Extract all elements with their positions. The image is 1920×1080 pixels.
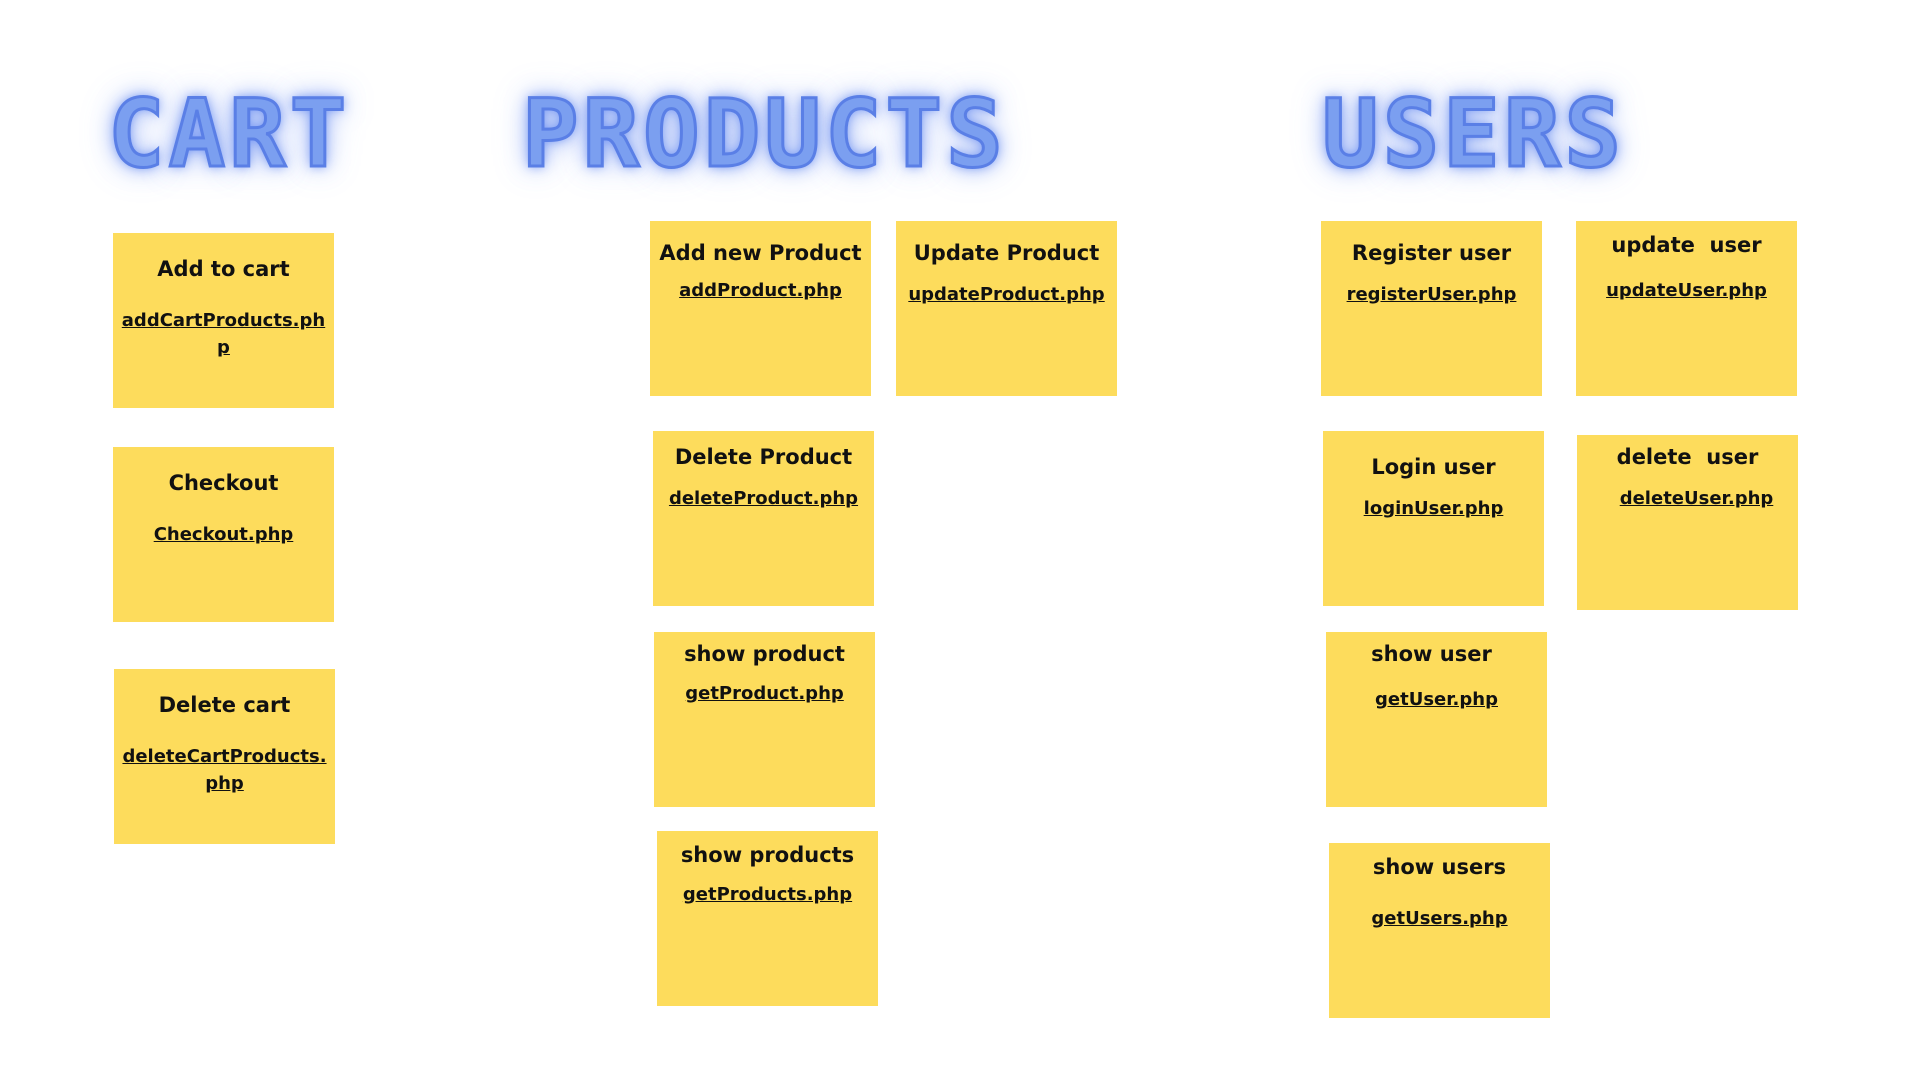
note-filename[interactable]: getProduct.php	[660, 680, 869, 707]
note-title: Login user	[1371, 455, 1496, 479]
sticky-note-add-to-cart[interactable]: Add to cart addCartProducts.php	[113, 233, 334, 408]
note-filename[interactable]: getUsers.php	[1335, 905, 1544, 932]
sticky-note-show-product[interactable]: show product getProduct.php	[654, 632, 875, 807]
note-title: show users	[1372, 855, 1507, 879]
note-title: update user	[1611, 233, 1762, 257]
sticky-note-register-user[interactable]: Register user registerUser.php	[1321, 221, 1542, 396]
note-filename[interactable]: registerUser.php	[1327, 281, 1536, 308]
whiteboard: CART PRODUCTS USERS Add to cart addCartP…	[0, 0, 1920, 1080]
note-filename[interactable]: updateProduct.php	[902, 281, 1111, 308]
products-heading: PRODUCTS	[521, 80, 1007, 189]
note-filename[interactable]: deleteProduct.php	[659, 485, 868, 512]
sticky-note-checkout[interactable]: Checkout Checkout.php	[113, 447, 334, 622]
cart-heading: CART	[106, 80, 351, 189]
note-title: Delete cart	[158, 693, 291, 717]
sticky-note-show-user[interactable]: show user getUser.php	[1326, 632, 1547, 807]
note-filename[interactable]: deleteCartProducts.php	[120, 743, 329, 797]
note-filename[interactable]: updateUser.php	[1582, 277, 1791, 304]
note-title: Add to cart	[157, 257, 290, 281]
sticky-note-add-new-product[interactable]: Add new Product addProduct.php	[650, 221, 871, 396]
note-title: Checkout	[168, 471, 279, 495]
note-title: show products	[680, 843, 855, 867]
note-title: Register user	[1351, 241, 1512, 265]
sticky-note-delete-user[interactable]: delete user deleteUser.php	[1577, 435, 1798, 610]
note-title: Delete Product	[674, 445, 853, 469]
note-filename[interactable]: getUser.php	[1332, 686, 1541, 713]
note-filename[interactable]: addCartProducts.php	[119, 307, 328, 361]
sticky-note-login-user[interactable]: Login user loginUser.php	[1323, 431, 1544, 606]
sticky-note-show-users[interactable]: show users getUsers.php	[1329, 843, 1550, 1018]
note-filename[interactable]: loginUser.php	[1329, 495, 1538, 522]
sticky-note-delete-product[interactable]: Delete Product deleteProduct.php	[653, 431, 874, 606]
note-title: show product	[684, 642, 845, 666]
note-title: show user	[1371, 642, 1492, 666]
sticky-note-delete-cart[interactable]: Delete cart deleteCartProducts.php	[114, 669, 335, 844]
users-heading: USERS	[1321, 80, 1625, 189]
note-filename[interactable]: addProduct.php	[656, 277, 865, 304]
note-filename[interactable]: getProducts.php	[663, 881, 872, 908]
note-title: Add new Product	[659, 241, 862, 265]
note-filename[interactable]: deleteUser.php	[1583, 485, 1792, 512]
sticky-note-update-product[interactable]: Update Product updateProduct.php	[896, 221, 1117, 396]
sticky-note-update-user[interactable]: update user updateUser.php	[1576, 221, 1797, 396]
note-filename[interactable]: Checkout.php	[119, 521, 328, 548]
sticky-note-show-products[interactable]: show products getProducts.php	[657, 831, 878, 1006]
note-title: delete user	[1616, 445, 1759, 469]
note-title: Update Product	[913, 241, 1100, 265]
